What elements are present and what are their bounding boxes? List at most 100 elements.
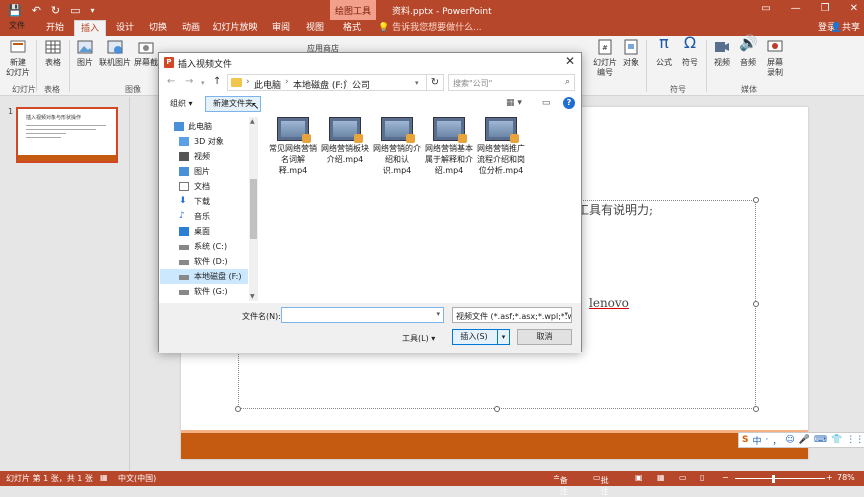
slideshow-view-icon[interactable]: ▯: [700, 473, 704, 482]
insert-options-dropdown[interactable]: ▾: [497, 330, 509, 344]
nav-item-music[interactable]: ♪ 音乐: [160, 209, 248, 224]
address-bar[interactable]: › 此电脑 › 本地磁盘 (F:) › 公司 ▾: [227, 74, 427, 91]
zoom-slider[interactable]: [735, 478, 825, 479]
pictures-button[interactable]: 图片: [74, 38, 96, 68]
undo-icon[interactable]: ↶: [32, 4, 41, 17]
resize-handle[interactable]: [753, 197, 759, 203]
keyboard-icon[interactable]: ⌨: [814, 435, 827, 445]
normal-view-icon[interactable]: ▣: [635, 473, 643, 482]
zoom-in-icon[interactable]: +: [826, 473, 833, 482]
screen-recording-button[interactable]: 屏幕 录制: [762, 38, 788, 78]
ribbon-display-options-icon[interactable]: ▭: [761, 3, 770, 14]
file-item[interactable]: 网络营销的介绍和认识.mp4: [373, 117, 421, 176]
share-button[interactable]: 👤共享: [831, 20, 860, 36]
tab-insert[interactable]: 插入: [74, 20, 106, 36]
nav-item-drive-d[interactable]: 软件 (D:): [160, 254, 248, 269]
table-button[interactable]: 表格: [42, 38, 64, 68]
recent-locations-icon[interactable]: ▾: [201, 79, 205, 87]
zoom-level[interactable]: 78%: [837, 473, 855, 482]
preview-pane-icon[interactable]: ▭: [542, 98, 551, 108]
nav-item-videos[interactable]: 视频: [160, 149, 248, 164]
spellcheck-icon[interactable]: ▦: [100, 473, 108, 482]
tab-design[interactable]: 设计: [110, 20, 140, 36]
nav-item-3d-objects[interactable]: 3D 对象: [160, 134, 248, 149]
up-arrow-icon[interactable]: ↑: [213, 76, 221, 87]
zoom-slider-thumb[interactable]: [772, 475, 775, 483]
chevron-down-icon[interactable]: ▾: [415, 79, 419, 87]
screenshot-button[interactable]: 屏幕截: [133, 38, 159, 68]
search-input[interactable]: 搜索"公司" ⌕: [448, 74, 575, 91]
file-item[interactable]: 网络营销推广流程介绍和岗位分析.mp4: [477, 117, 525, 176]
new-slide-button[interactable]: 新建 幻灯片: [4, 38, 32, 78]
change-view-icon[interactable]: ▦ ▾: [506, 98, 522, 108]
scroll-down-icon[interactable]: ▼: [250, 293, 255, 300]
breadcrumb-local-disk-f[interactable]: 本地磁盘 (F:): [293, 78, 346, 91]
minimize-icon[interactable]: —: [791, 3, 801, 14]
zoom-out-icon[interactable]: −: [722, 473, 729, 482]
tab-home[interactable]: 开始: [40, 20, 70, 36]
tab-animations[interactable]: 动画: [176, 20, 206, 36]
slide-number-button[interactable]: # 幻灯片 编号: [592, 38, 618, 78]
nav-item-desktop[interactable]: 桌面: [160, 224, 248, 239]
file-item[interactable]: 网络营销基本属于解释和介绍.mp4: [425, 117, 473, 176]
redo-icon[interactable]: ↻: [51, 4, 60, 17]
ime-chinese-mode[interactable]: 中: [752, 434, 761, 447]
nav-scrollbar[interactable]: ▲ ▼: [249, 117, 258, 301]
reading-view-icon[interactable]: ▭: [679, 473, 687, 482]
notes-button[interactable]: ≐ 备注: [553, 473, 568, 496]
ime-fullwidth[interactable]: ，: [772, 434, 781, 447]
equation-button[interactable]: π 公式: [652, 35, 676, 68]
resize-handle[interactable]: [235, 406, 241, 412]
audio-button[interactable]: 🔊 音频: [736, 36, 760, 68]
slide-thumbnail[interactable]: 插入视频对象与形状操作: [16, 107, 118, 163]
skin-icon[interactable]: 👕: [831, 435, 842, 445]
online-pictures-button[interactable]: 联机图片: [98, 38, 132, 68]
scroll-up-icon[interactable]: ▲: [250, 118, 255, 125]
nav-item-drive-f[interactable]: 本地磁盘 (F:): [160, 269, 248, 284]
organize-menu[interactable]: 组织 ▾: [170, 98, 193, 109]
restore-icon[interactable]: ❐: [821, 3, 830, 14]
slide-sorter-icon[interactable]: ▦: [657, 473, 665, 482]
tab-review[interactable]: 审阅: [266, 20, 296, 36]
tab-transitions[interactable]: 切换: [143, 20, 173, 36]
tools-menu[interactable]: 工具(L) ▾: [402, 333, 435, 344]
object-button[interactable]: 对象: [620, 38, 642, 68]
forward-arrow-icon[interactable]: →: [185, 76, 193, 87]
ime-menu-icon[interactable]: ⋮⋮: [846, 435, 864, 445]
language-status[interactable]: 中文(中国): [118, 473, 156, 484]
tab-file[interactable]: 文件: [0, 20, 34, 36]
cancel-button[interactable]: 取消: [517, 329, 572, 345]
ime-punctuation[interactable]: ·: [766, 435, 769, 445]
tab-format[interactable]: 格式: [336, 20, 368, 36]
resize-handle[interactable]: [494, 406, 500, 412]
breadcrumb-company[interactable]: 公司: [352, 78, 370, 91]
tab-view[interactable]: 视图: [300, 20, 330, 36]
nav-item-documents[interactable]: 文档: [160, 179, 248, 194]
nav-item-pictures[interactable]: 图片: [160, 164, 248, 179]
refresh-icon[interactable]: ↻: [427, 74, 444, 91]
dialog-close-icon[interactable]: ✕: [565, 54, 575, 68]
ime-toolbar[interactable]: S 中 · ， ☺ 🎤 ⌨ 👕 ⋮⋮: [738, 432, 864, 448]
resize-handle[interactable]: [753, 406, 759, 412]
video-button[interactable]: 视频: [710, 38, 734, 68]
chevron-down-icon[interactable]: ▾: [436, 310, 440, 318]
file-type-select[interactable]: 视频文件 (*.asf;*.asx;*.wpl;*.wm ▾: [452, 307, 572, 323]
comments-button[interactable]: ▭ 批注: [593, 473, 609, 496]
file-item[interactable]: 常见网络营销名词解释.mp4: [269, 117, 317, 176]
file-item[interactable]: 网络营销板块介绍.mp4: [321, 117, 369, 165]
start-from-beginning-icon[interactable]: ▭: [70, 4, 80, 17]
back-arrow-icon[interactable]: ←: [167, 76, 175, 87]
emoji-icon[interactable]: ☺: [785, 435, 794, 445]
save-icon[interactable]: 💾: [8, 4, 22, 17]
nav-item-drive-c[interactable]: 系统 (C:): [160, 239, 248, 254]
tab-slideshow[interactable]: 幻灯片放映: [210, 20, 260, 36]
nav-item-this-pc[interactable]: 此电脑: [160, 119, 248, 134]
resize-handle[interactable]: [753, 301, 759, 307]
customize-qat-icon[interactable]: ▾: [91, 6, 95, 15]
tell-me-search[interactable]: 💡 告诉我您想要做什么...: [378, 20, 482, 36]
breadcrumb-this-pc[interactable]: 此电脑: [254, 78, 281, 91]
microphone-icon[interactable]: 🎤: [799, 435, 810, 445]
filename-input[interactable]: ▾: [281, 307, 444, 323]
scrollbar-thumb[interactable]: [250, 179, 257, 239]
help-icon[interactable]: ?: [563, 97, 575, 109]
